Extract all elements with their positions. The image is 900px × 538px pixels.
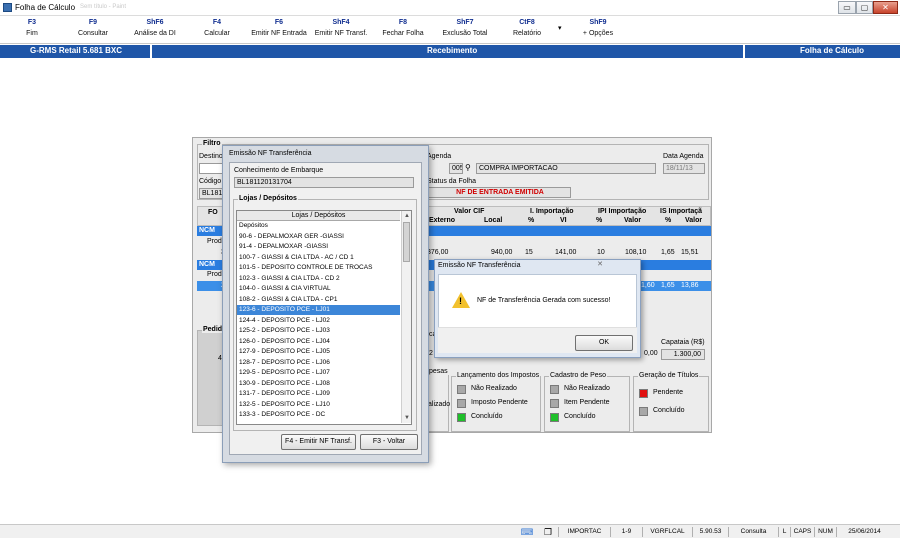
toolbar-emitir-nf-transf-button[interactable]: ShF4 Emitir NF Transf. [308, 18, 374, 39]
alert-close-icon[interactable]: ✕ [590, 260, 610, 269]
scroll-up-icon[interactable]: ▲ [402, 211, 411, 221]
keyboard-icon: ⌨ [520, 527, 534, 537]
list-item[interactable]: 130-9 - DEPOSITO PCE - LJ08 [237, 379, 400, 389]
data-agenda-field: 18/11/13 [663, 163, 705, 174]
list-item[interactable]: 102-3 - GIASSI & CIA LTDA - CD 2 [237, 274, 400, 284]
list-item[interactable]: 91-4 - DEPALMOXAR -GIASSI [237, 242, 400, 252]
voltar-button[interactable]: F3 - Voltar [360, 434, 418, 450]
screen-name: Folha de Cálculo [800, 46, 865, 55]
agenda-code-field: 005 [449, 163, 463, 174]
destino-label: Destino [199, 153, 223, 160]
ok-button[interactable]: OK [575, 335, 633, 351]
toolbar-relatorio-button[interactable]: CtF8 Relatório [494, 18, 560, 39]
app-icon [3, 3, 12, 12]
toolbar-fechar-folha-button[interactable]: F8 Fechar Folha [370, 18, 436, 39]
status-version: 5.90.53 [692, 527, 728, 537]
status-bar: ⌨ ❐ IMPORTAC 1-9 VGRFLCAL 5.90.53 Consul… [0, 524, 900, 538]
agenda-description-field: COMPRA IMPORTACAO [476, 163, 656, 174]
modal-title: Emissão NF Transferência [229, 150, 312, 157]
clipboard-icon: ❐ [543, 527, 553, 537]
titulos-group: Geração de Títulos Pendente Concluído [633, 372, 709, 432]
data-agenda-label: Data Agenda [663, 153, 704, 160]
binoculars-search-icon[interactable]: ⚲ [465, 163, 471, 172]
module-name: Recebimento [427, 46, 478, 55]
minimize-button[interactable]: ▭ [838, 1, 856, 14]
status-program: VGRFLCAL [642, 527, 692, 537]
status-num: NUM [814, 527, 836, 537]
toolbar-calcular-button[interactable]: F4 Calcular [184, 18, 250, 39]
toolbar-dropdown-icon[interactable]: ▾ [558, 24, 562, 32]
filter-legend: Filtro [202, 140, 222, 147]
toolbar-exclusao-total-button[interactable]: ShF7 Exclusão Total [432, 18, 498, 39]
status-mode: Consulta [728, 527, 778, 537]
list-item[interactable]: 108-2 - GIASSI & CIA LTDA - CP1 [237, 295, 400, 305]
list-item[interactable]: 100-7 - GIASSI & CIA LTDA - AC / CD 1 [237, 253, 400, 263]
scroll-thumb[interactable] [403, 222, 410, 262]
status-date: 25/06/2014 [836, 527, 892, 537]
conhecimento-label: Conhecimento de Embarque [234, 167, 324, 174]
status-range: 1-9 [610, 527, 642, 537]
conhecimento-field: BL181120131704 [234, 177, 414, 188]
list-item[interactable]: 104-0 - GIASSI & CIA VIRTUAL [237, 284, 400, 294]
agenda-label: Agenda [427, 153, 452, 160]
capacity-field: 1.300,00 [661, 349, 705, 360]
capacity-left-value: 0,00 [644, 350, 658, 357]
close-button[interactable]: ✕ [873, 1, 898, 14]
lojas-list-header: Lojas / Depósitos [237, 211, 400, 221]
toolbar-fim-button[interactable]: F3 Fim [0, 18, 65, 39]
function-toolbar: F3 Fim F9 Consultar ShF6 Análise da DI F4 Ca… [0, 16, 900, 44]
list-item[interactable]: 132-5 - DEPOSITO PCE - LJ10 [237, 400, 400, 410]
list-item[interactable]: 126-0 - DEPOSITO PCE - LJ04 [237, 337, 400, 347]
lojas-list-scrollbar[interactable]: ▲ ▼ [401, 211, 411, 423]
list-item[interactable]: 128-7 - DEPOSITO PCE - LJ06 [237, 358, 400, 368]
toolbar-consultar-button[interactable]: F9 Consultar [60, 18, 126, 39]
capacity-label: Capataia (R$) [661, 339, 705, 346]
maximize-button[interactable]: ▢ [856, 1, 873, 14]
list-item[interactable]: 125-2 - DEPOSITO PCE - LJ03 [237, 326, 400, 336]
scroll-down-icon[interactable]: ▼ [402, 413, 411, 423]
module-banner: G-RMS Retail 5.681 BXC Recebimento Folha… [0, 45, 900, 58]
alert-message: NF de Transferência Gerada com sucesso! [477, 297, 611, 304]
list-item-selected[interactable]: 123-6 - DEPOSITO PCE - LJ01 [237, 305, 400, 315]
lojas-list[interactable]: Lojas / Depósitos Depósitos 90-6 - DEPAL… [236, 210, 412, 425]
window-title: Folha de Cálculo [15, 3, 76, 12]
emissao-nf-transferencia-dialog: Conhecimento de Embarque BL181120131704 … [229, 162, 422, 455]
toolbar-emitir-nf-entrada-button[interactable]: F6 Emitir NF Entrada [246, 18, 312, 39]
list-item[interactable]: 101-5 - DEPOSITO CONTROLE DE TROCAS [237, 263, 400, 273]
list-item[interactable]: 124-4 - DEPOSITO PCE - LJ02 [237, 316, 400, 326]
toolbar-mais-opcoes-button[interactable]: ShF9 + Opções [565, 18, 631, 39]
impostos-group: Lançamento dos Impostos Não Realizado Im… [451, 372, 541, 432]
list-item[interactable]: 131-7 - DEPOSITO PCE - LJ09 [237, 389, 400, 399]
list-item[interactable]: 129-5 - DEPOSITO PCE - LJ07 [237, 368, 400, 378]
list-item[interactable]: 127-9 - DEPOSITO PCE - LJ05 [237, 347, 400, 357]
status-user: IMPORTAC [558, 527, 610, 537]
status-folha-field: NF DE ENTRADA EMITIDA [427, 187, 571, 198]
despesas-group: pesas alizado [426, 368, 450, 432]
list-item[interactable]: 90-6 - DEPALMOXAR GER -GIASSI [237, 232, 400, 242]
success-alert-dialog: Emissão NF Transferência ✕ ! NF de Trans… [434, 259, 641, 358]
status-folha-label: Status da Folha [427, 178, 477, 185]
title-bar: Folha de Cálculo Sem título - Paint ▭ ▢ … [0, 0, 900, 16]
list-item[interactable]: Depósitos [237, 221, 400, 231]
emitir-nf-transf-button[interactable]: F4 - Emitir NF Transf. [281, 434, 356, 450]
list-item[interactable]: 133-3 - DEPOSITO PCE - DC [237, 410, 400, 420]
background-window-title: Sem título - Paint [80, 4, 127, 10]
status-l: L [778, 527, 790, 537]
product-version: G-RMS Retail 5.681 BXC [30, 46, 123, 55]
toolbar-analise-di-button[interactable]: ShF6 Análise da DI [122, 18, 188, 39]
status-caps: CAPS [790, 527, 814, 537]
alert-title: Emissão NF Transferência [438, 262, 521, 269]
peso-group: Cadastro de Peso Não Realizado Item Pend… [544, 372, 630, 432]
